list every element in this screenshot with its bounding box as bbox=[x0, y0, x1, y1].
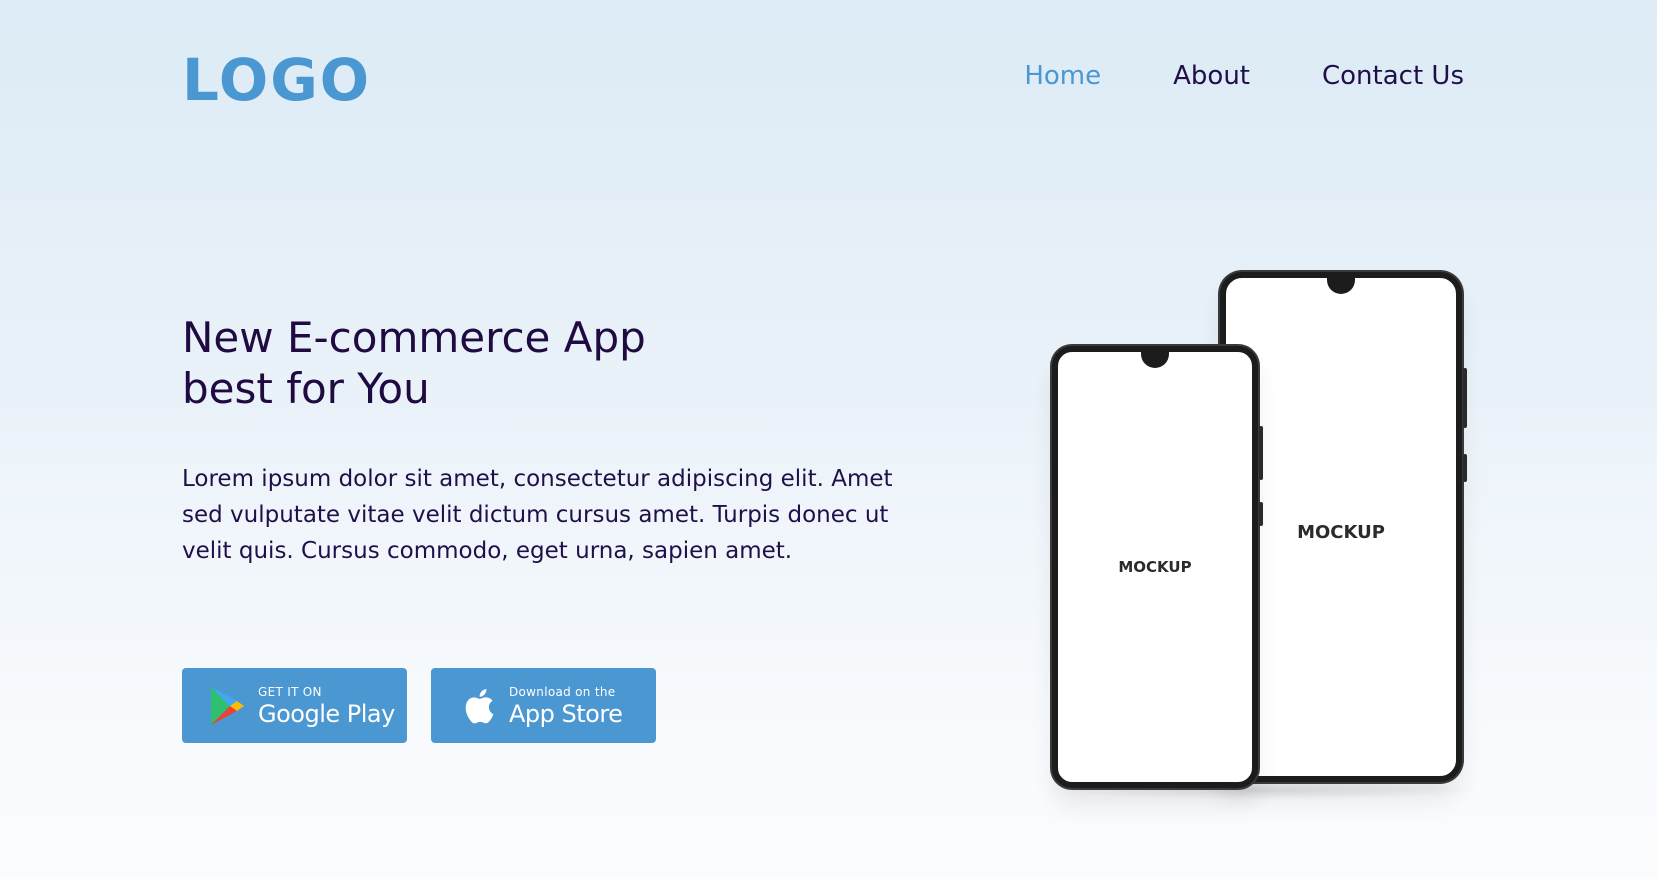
nav-about-link[interactable]: About bbox=[1173, 58, 1250, 94]
main-nav: Home About Contact Us bbox=[1024, 58, 1464, 94]
app-store-small-text: Download on the bbox=[509, 684, 616, 699]
hero-title-line-2: best for You bbox=[182, 364, 430, 413]
google-play-big-text: Google Play bbox=[258, 699, 395, 728]
phone-side-button bbox=[1463, 454, 1467, 482]
phone-mockup-front: MOCKUP bbox=[1052, 346, 1263, 788]
app-store-big-text: App Store bbox=[509, 699, 623, 728]
google-play-button[interactable]: GET IT ON Google Play bbox=[182, 668, 407, 743]
google-play-small-text: GET IT ON bbox=[258, 684, 322, 699]
mockup-label-front: MOCKUP bbox=[1118, 558, 1192, 576]
hero-title-line-1: New E-commerce App bbox=[182, 313, 646, 362]
phone-side-button bbox=[1259, 502, 1263, 526]
phone-side-button bbox=[1463, 368, 1467, 428]
phone-notch bbox=[1141, 350, 1169, 368]
google-play-text: GET IT ON Google Play bbox=[258, 686, 395, 726]
nav-contact-link[interactable]: Contact Us bbox=[1322, 58, 1464, 94]
logo[interactable]: LOGO bbox=[182, 48, 371, 112]
nav-home-link[interactable]: Home bbox=[1024, 58, 1101, 94]
app-store-text: Download on the App Store bbox=[509, 684, 623, 728]
apple-icon bbox=[465, 688, 494, 723]
hero-description: Lorem ipsum dolor sit amet, consectetur … bbox=[182, 466, 893, 564]
phone-side-button bbox=[1259, 426, 1263, 480]
phone-mockups: MOCKUP MOCKUP bbox=[1040, 268, 1480, 808]
phone-notch bbox=[1327, 276, 1355, 294]
app-store-button[interactable]: Download on the App Store bbox=[431, 668, 656, 743]
hero-title: New E-commerce App best for You bbox=[182, 312, 802, 414]
google-play-icon bbox=[211, 686, 244, 725]
